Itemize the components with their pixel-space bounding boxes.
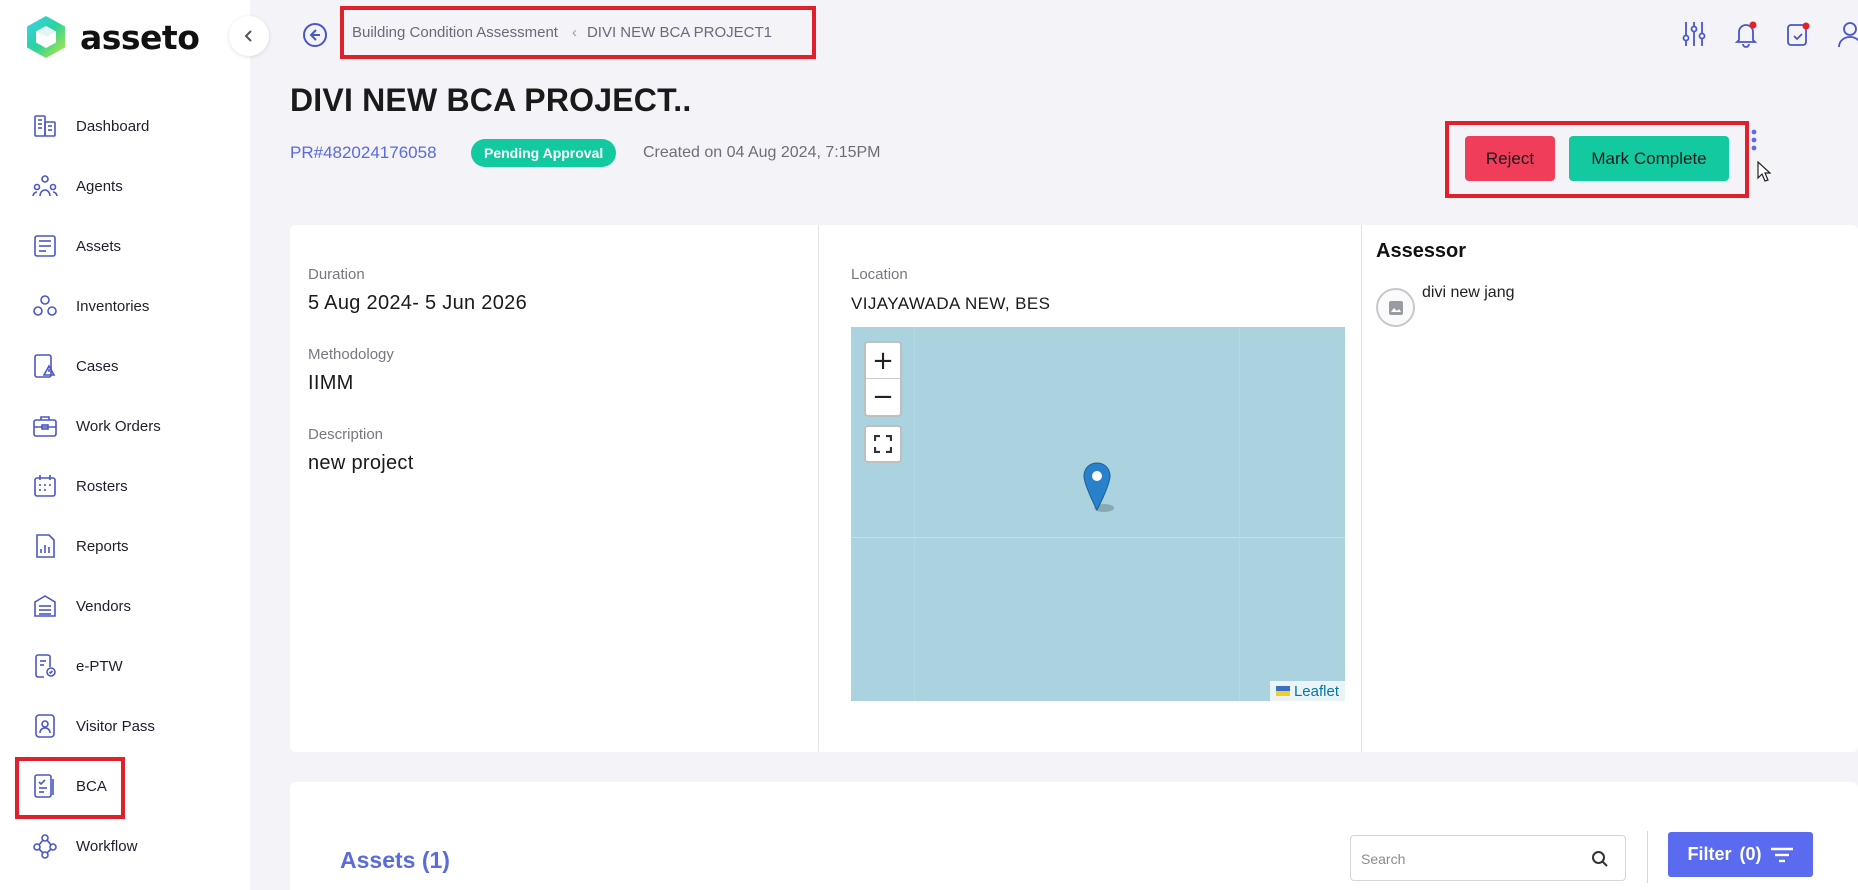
duration-value: 5 Aug 2024- 5 Jun 2026 xyxy=(308,292,528,314)
methodology-value: IIMM xyxy=(308,372,354,394)
image-placeholder-icon xyxy=(1388,300,1403,315)
map-grid-line xyxy=(1239,327,1240,701)
avatar xyxy=(1376,288,1415,327)
eptw-icon xyxy=(32,652,58,680)
location-label: Location xyxy=(851,266,908,283)
sidebar-item-vendors[interactable]: Vendors xyxy=(32,586,131,626)
status-badge: Pending Approval xyxy=(471,139,617,167)
tasks-icon[interactable] xyxy=(1784,18,1812,50)
chevron-left-icon: ‹ xyxy=(571,24,577,41)
inventories-icon xyxy=(32,292,58,320)
location-map[interactable]: + − Leaflet xyxy=(851,327,1345,701)
app-name: asseto xyxy=(80,17,200,57)
map-zoom-control: + − xyxy=(864,341,902,417)
more-options-icon[interactable] xyxy=(1750,128,1758,152)
column-divider xyxy=(1361,225,1362,752)
description-label: Description xyxy=(308,426,384,443)
zoom-out-button[interactable]: − xyxy=(866,379,900,415)
filter-icon xyxy=(1770,847,1793,862)
sidebar-item-label: Vendors xyxy=(76,597,132,615)
map-grid-line xyxy=(851,537,1345,538)
search-icon[interactable] xyxy=(1591,850,1609,868)
project-id-link[interactable]: PR#482024176058 xyxy=(290,143,437,163)
sidebar-item-label: Cases xyxy=(76,357,119,375)
assessor-title: Assessor xyxy=(1376,240,1467,262)
dashboard-icon xyxy=(32,112,58,140)
description-value: new project xyxy=(308,452,414,474)
filter-button[interactable]: Filter (0) xyxy=(1668,832,1813,877)
work-orders-icon xyxy=(32,412,58,440)
map-marker-icon[interactable] xyxy=(1082,462,1122,514)
cases-icon xyxy=(32,352,58,380)
sidebar-item-label: Agents xyxy=(76,177,123,195)
fullscreen-icon xyxy=(874,435,892,453)
map-attribution[interactable]: Leaflet xyxy=(1269,681,1345,701)
notification-bell-icon[interactable] xyxy=(1732,18,1760,50)
fullscreen-button[interactable] xyxy=(864,425,902,463)
sidebar-item-eptw[interactable]: e-PTW xyxy=(32,646,123,686)
back-arrow-icon[interactable] xyxy=(302,22,328,48)
user-profile-icon[interactable] xyxy=(1836,18,1858,50)
agents-icon xyxy=(32,172,58,200)
sidebar-item-label: Work Orders xyxy=(76,417,161,435)
app-logo[interactable]: asseto xyxy=(24,14,200,60)
asseto-logo-icon xyxy=(27,16,65,58)
sidebar-item-label: e-PTW xyxy=(76,657,123,675)
mouse-cursor-icon xyxy=(1757,161,1771,182)
sidebar-item-label: Visitor Pass xyxy=(76,717,155,735)
search-box xyxy=(1350,835,1626,881)
reports-icon xyxy=(32,532,58,560)
column-divider xyxy=(818,225,819,752)
sidebar-item-rosters[interactable]: Rosters xyxy=(32,466,128,506)
chevron-left-icon xyxy=(244,30,252,42)
vendors-icon xyxy=(32,592,58,620)
sidebar-item-label: Workflow xyxy=(76,837,138,855)
leaflet-link[interactable]: Leaflet xyxy=(1294,683,1339,700)
reject-button[interactable]: Reject xyxy=(1465,136,1555,181)
sidebar-item-dashboard[interactable]: Dashboard xyxy=(32,106,149,146)
zoom-in-button[interactable]: + xyxy=(866,343,900,379)
location-value: VIJAYAWADA NEW, BES xyxy=(851,294,1051,313)
assessor-name: divi new jang xyxy=(1422,284,1515,301)
visitor-pass-icon xyxy=(32,712,58,740)
sidebar-item-agents[interactable]: Agents xyxy=(32,166,123,206)
top-toolbar xyxy=(1680,18,1858,50)
bca-highlight-box xyxy=(15,757,125,819)
sidebar-item-label: Rosters xyxy=(76,477,128,495)
rosters-icon xyxy=(32,472,58,500)
search-input[interactable] xyxy=(1361,846,1581,872)
sidebar-item-work-orders[interactable]: Work Orders xyxy=(32,406,161,446)
sidebar: asseto Dashboard Agents Assets Inventori… xyxy=(0,0,250,890)
page-title: DIVI NEW BCA PROJECT.. xyxy=(290,82,692,118)
ukraine-flag-icon xyxy=(1275,686,1290,696)
workflow-icon xyxy=(32,832,58,860)
divider xyxy=(1647,831,1648,883)
mark-complete-button[interactable]: Mark Complete xyxy=(1569,136,1729,181)
sidebar-item-inventories[interactable]: Inventories xyxy=(32,286,149,326)
duration-label: Duration xyxy=(308,266,365,283)
filter-label: Filter xyxy=(1687,844,1732,864)
filter-count: (0) xyxy=(1739,844,1762,864)
sidebar-item-label: Reports xyxy=(76,537,129,555)
sidebar-item-visitor-pass[interactable]: Visitor Pass xyxy=(32,706,155,746)
methodology-label: Methodology xyxy=(308,346,394,363)
sidebar-item-assets[interactable]: Assets xyxy=(32,226,121,266)
assets-title: Assets (1) xyxy=(340,847,450,873)
breadcrumb-current: DIVI NEW BCA PROJECT1 xyxy=(586,24,772,41)
created-timestamp: Created on 04 Aug 2024, 7:15PM xyxy=(643,144,881,161)
sidebar-item-label: Dashboard xyxy=(76,117,150,135)
sidebar-item-reports[interactable]: Reports xyxy=(32,526,129,566)
sidebar-collapse-button[interactable] xyxy=(229,16,269,56)
sidebar-item-label: Inventories xyxy=(76,297,150,315)
breadcrumb: Building Condition Assessment ‹ DIVI NEW… xyxy=(340,6,816,59)
map-grid-line xyxy=(914,327,915,701)
breadcrumb-parent-link[interactable]: Building Condition Assessment xyxy=(352,24,558,41)
sliders-icon[interactable] xyxy=(1680,18,1708,50)
sidebar-item-cases[interactable]: Cases xyxy=(32,346,119,386)
sidebar-item-workflow[interactable]: Workflow xyxy=(32,826,137,866)
sidebar-item-label: Assets xyxy=(76,237,122,255)
assets-icon xyxy=(32,232,58,260)
